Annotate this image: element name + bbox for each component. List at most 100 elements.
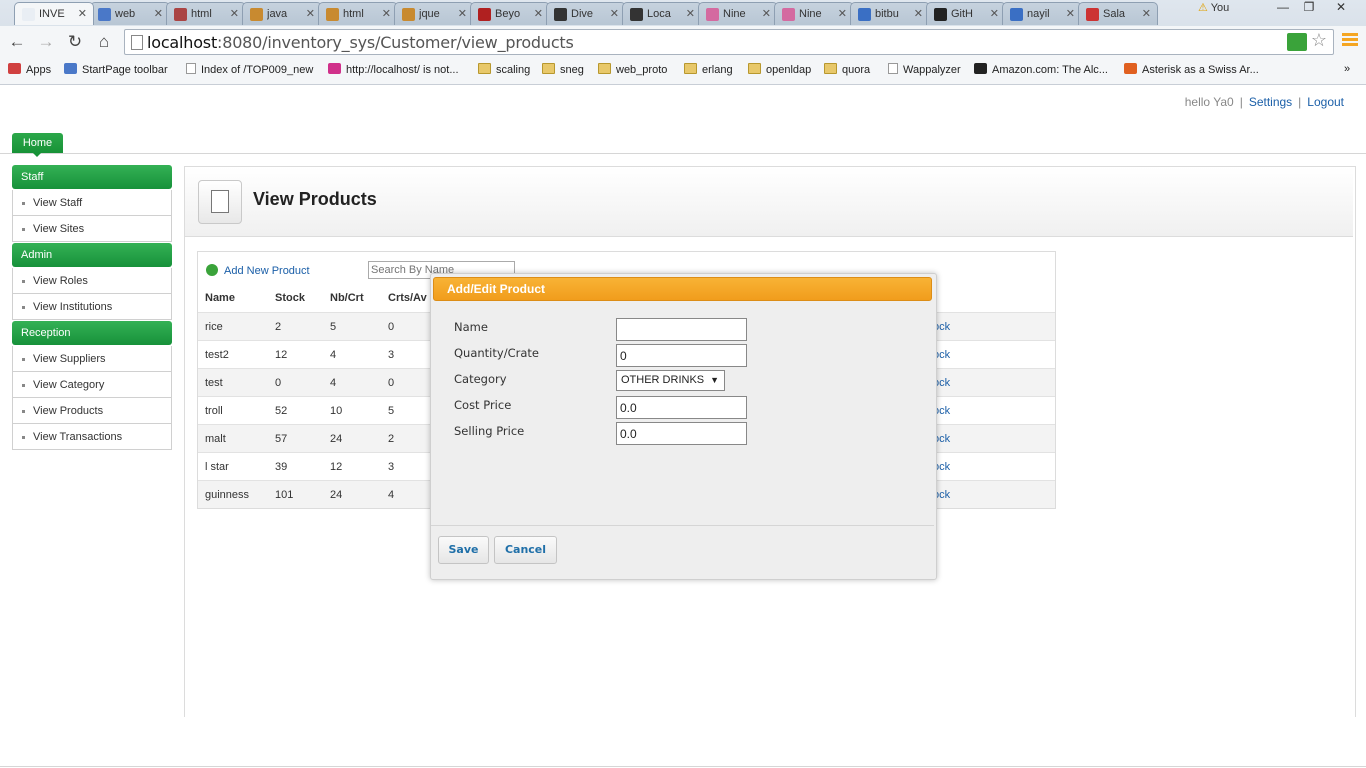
bookmark-label: Index of /TOP009_new bbox=[201, 64, 314, 76]
sidebar-item-view-staff[interactable]: View Staff bbox=[12, 190, 172, 216]
divider bbox=[0, 153, 1366, 154]
restore-button[interactable]: ❐ bbox=[1296, 0, 1322, 18]
browser-tab[interactable]: html ✕ bbox=[318, 2, 398, 25]
browser-tab[interactable]: html ✕ bbox=[166, 2, 246, 25]
sidebar-item-view-roles[interactable]: View Roles bbox=[12, 268, 172, 294]
table-cell-nb: 5 bbox=[330, 321, 337, 333]
table-cell-stock: 12 bbox=[275, 349, 288, 361]
close-tab-icon[interactable]: ✕ bbox=[306, 7, 315, 20]
folder-icon bbox=[598, 63, 611, 74]
sidebar-item-view-products[interactable]: View Products bbox=[12, 398, 172, 424]
close-tab-icon[interactable]: ✕ bbox=[458, 7, 467, 20]
close-tab-icon[interactable]: ✕ bbox=[762, 7, 771, 20]
sidebar-section-staff[interactable]: Staff bbox=[12, 165, 172, 189]
forward-button[interactable]: → bbox=[35, 31, 57, 53]
column-header-crts-av[interactable]: Crts/Av bbox=[388, 292, 427, 304]
localhost-icon bbox=[328, 63, 341, 74]
category-select[interactable]: OTHER DRINKS ▼ bbox=[616, 370, 725, 391]
bookmark-item[interactable]: Index of /TOP009_new bbox=[186, 63, 313, 76]
browser-tab[interactable]: java ✕ bbox=[242, 2, 322, 25]
bookmark-item[interactable]: quora bbox=[824, 63, 870, 76]
close-window-button[interactable]: ✕ bbox=[1328, 0, 1354, 18]
browser-tab[interactable]: web ✕ bbox=[90, 2, 170, 25]
browser-tab[interactable]: bitbu ✕ bbox=[850, 2, 930, 25]
close-tab-icon[interactable]: ✕ bbox=[686, 7, 695, 20]
name-field[interactable] bbox=[616, 318, 747, 341]
sidebar-item-view-sites[interactable]: View Sites bbox=[12, 216, 172, 242]
sidebar-item-view-transactions[interactable]: View Transactions bbox=[12, 424, 172, 450]
quantity-field[interactable] bbox=[616, 344, 747, 367]
browser-tab[interactable]: nayil ✕ bbox=[1002, 2, 1082, 25]
browser-tab[interactable]: jque ✕ bbox=[394, 2, 474, 25]
close-tab-icon[interactable]: ✕ bbox=[534, 7, 543, 20]
bookmark-item[interactable]: erlang bbox=[684, 63, 733, 76]
profile-chip[interactable]: ⚠ You bbox=[1198, 1, 1262, 17]
browser-tab[interactable]: Loca ✕ bbox=[622, 2, 702, 25]
browser-tab[interactable]: Nine ✕ bbox=[774, 2, 854, 25]
sidebar-section-admin[interactable]: Admin bbox=[12, 243, 172, 267]
home-button[interactable]: ⌂ bbox=[93, 31, 115, 53]
cost-price-label: Cost Price bbox=[454, 398, 512, 412]
browser-tab[interactable]: Dive ✕ bbox=[546, 2, 626, 25]
bookmark-item[interactable]: StartPage toolbar bbox=[64, 63, 168, 76]
bookmark-label: Wappalyzer bbox=[903, 64, 961, 76]
extension-icon[interactable] bbox=[1287, 33, 1307, 51]
back-button[interactable]: ← bbox=[6, 31, 28, 53]
folder-icon bbox=[684, 63, 697, 74]
bookmark-item[interactable]: http://localhost/ is not... bbox=[328, 63, 459, 76]
browser-tab[interactable]: INVE ✕ bbox=[14, 2, 94, 25]
cancel-button[interactable]: Cancel bbox=[494, 536, 557, 564]
home-tab[interactable]: Home bbox=[12, 133, 63, 153]
bookmark-item[interactable]: sneg bbox=[542, 63, 584, 76]
reload-button[interactable]: ↻ bbox=[64, 31, 86, 53]
url-text[interactable]: localhost:8080/inventory_sys/Customer/vi… bbox=[147, 33, 574, 52]
close-tab-icon[interactable]: ✕ bbox=[230, 7, 239, 20]
close-tab-icon[interactable]: ✕ bbox=[1142, 7, 1151, 20]
address-bar[interactable]: localhost:8080/inventory_sys/Customer/vi… bbox=[124, 29, 1334, 55]
close-tab-icon[interactable]: ✕ bbox=[382, 7, 391, 20]
close-tab-icon[interactable]: ✕ bbox=[610, 7, 619, 20]
column-header-stock[interactable]: Stock bbox=[275, 292, 305, 304]
dialog-title[interactable]: Add/Edit Product bbox=[433, 277, 932, 301]
close-tab-icon[interactable]: ✕ bbox=[154, 7, 163, 20]
bookmark-item[interactable]: scaling bbox=[478, 63, 530, 76]
sidebar-item-view-suppliers[interactable]: View Suppliers bbox=[12, 346, 172, 372]
bookmark-label: Asterisk as a Swiss Ar... bbox=[1142, 64, 1259, 76]
bookmark-item[interactable]: web_proto bbox=[598, 63, 667, 76]
browser-tab[interactable]: Beyo ✕ bbox=[470, 2, 550, 25]
bookmark-item[interactable]: Amazon.com: The Alc... bbox=[974, 63, 1108, 76]
bookmark-item[interactable]: openldap bbox=[748, 63, 811, 76]
bookmark-label: Apps bbox=[26, 64, 52, 76]
close-tab-icon[interactable]: ✕ bbox=[990, 7, 999, 20]
save-button[interactable]: Save bbox=[438, 536, 489, 564]
bookmarks-overflow-icon[interactable]: » bbox=[1344, 63, 1350, 75]
asterisk-icon bbox=[1124, 63, 1137, 74]
browser-menu-icon[interactable] bbox=[1342, 31, 1358, 49]
selling-price-label: Selling Price bbox=[454, 424, 525, 438]
sidebar-item-view-institutions[interactable]: View Institutions bbox=[12, 294, 172, 320]
close-tab-icon[interactable]: ✕ bbox=[914, 7, 923, 20]
bookmark-item[interactable]: Apps bbox=[8, 63, 51, 76]
bookmark-star-icon[interactable]: ☆ bbox=[1311, 30, 1327, 51]
table-cell-crts: 3 bbox=[388, 461, 395, 473]
close-tab-icon[interactable]: ✕ bbox=[1066, 7, 1075, 20]
profile-name: You bbox=[1210, 2, 1230, 14]
sidebar-section-reception[interactable]: Reception bbox=[12, 321, 172, 345]
table-cell-name: test2 bbox=[205, 349, 229, 361]
column-header-name[interactable]: Name bbox=[205, 292, 235, 304]
cost-price-field[interactable] bbox=[616, 396, 747, 419]
browser-tab[interactable]: GitH ✕ bbox=[926, 2, 1006, 25]
sidebar-item-view-category[interactable]: View Category bbox=[12, 372, 172, 398]
browser-tab[interactable]: Sala ✕ bbox=[1078, 2, 1158, 25]
bookmark-item[interactable]: Wappalyzer bbox=[888, 63, 961, 76]
settings-link[interactable]: Settings bbox=[1249, 95, 1292, 109]
logout-link[interactable]: Logout bbox=[1307, 95, 1344, 109]
bookmark-item[interactable]: Asterisk as a Swiss Ar... bbox=[1124, 63, 1259, 76]
browser-tab[interactable]: Nine ✕ bbox=[698, 2, 778, 25]
close-tab-icon[interactable]: ✕ bbox=[78, 7, 87, 20]
add-product-link[interactable]: Add New Product bbox=[206, 264, 310, 277]
minimize-button[interactable]: — bbox=[1270, 0, 1296, 18]
close-tab-icon[interactable]: ✕ bbox=[838, 7, 847, 20]
selling-price-field[interactable] bbox=[616, 422, 747, 445]
column-header-nb-crt[interactable]: Nb/Crt bbox=[330, 292, 364, 304]
